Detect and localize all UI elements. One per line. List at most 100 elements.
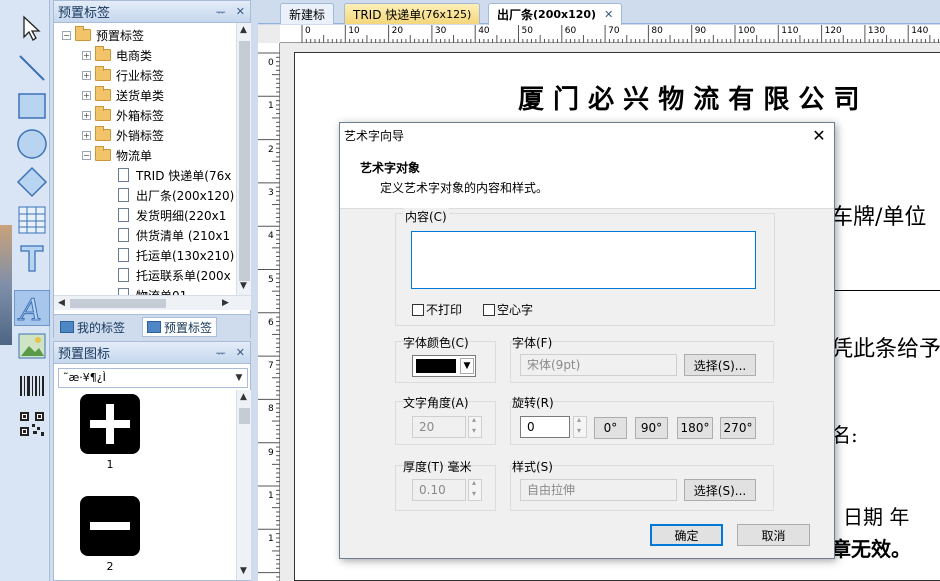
chevron-down-icon[interactable]: ▼ <box>460 358 474 374</box>
font-select-button[interactable]: 选择(S)... <box>684 354 756 376</box>
rotate-90-button[interactable]: 90° <box>635 417 668 439</box>
page-text-notice[interactable]: 凭此条给予 <box>831 331 940 363</box>
tab-preset-labels[interactable]: 预置标签 <box>142 317 217 337</box>
rotate-spinner[interactable] <box>573 416 587 438</box>
expand-icon[interactable]: + <box>82 71 91 80</box>
art-text-tool[interactable]: A <box>14 290 50 326</box>
tree-horizontal-scrollbar[interactable]: ◀ ▶ <box>54 295 251 310</box>
scroll-down-icon[interactable]: ▼ <box>240 281 247 291</box>
rectangle-tool[interactable] <box>14 88 50 124</box>
preset-icon-panel: 预置图标 ᅲ ✕ ˜æ·¥¶¿Ì ▼ 1 2 ▲ ▼ <box>53 341 251 581</box>
angle-field[interactable]: 20 <box>412 416 466 438</box>
close-icon[interactable]: ✕ <box>804 126 834 145</box>
ellipse-icon <box>16 128 48 160</box>
ok-button[interactable]: 确定 <box>650 524 723 546</box>
tree-doc[interactable]: 出厂条(200x120) <box>118 185 234 205</box>
close-icon[interactable]: ✕ <box>231 5 250 18</box>
icon-category-select[interactable]: ˜æ·¥¶¿Ì ▼ <box>58 368 248 388</box>
tree-folder[interactable]: − 物流单 <box>82 145 152 165</box>
tree-vertical-scrollbar[interactable]: ▲ ▼ <box>236 23 251 295</box>
tree-folder[interactable]: + 外销标签 <box>82 125 164 145</box>
rotate-180-button[interactable]: 180° <box>677 417 713 439</box>
thickness-field[interactable]: 0.10 <box>412 479 466 501</box>
angle-spinner[interactable] <box>468 416 482 438</box>
close-icon[interactable]: ✕ <box>231 346 250 359</box>
tree-doc[interactable]: 供货清单 (210x1 <box>118 225 230 245</box>
scroll-down-icon[interactable]: ▼ <box>240 566 247 576</box>
qrcode-tool[interactable] <box>14 406 50 442</box>
tree-folder[interactable]: + 送货单类 <box>82 85 164 105</box>
content-input[interactable] <box>411 231 756 289</box>
tree-label: 行业标签 <box>116 67 164 84</box>
rotate-270-button[interactable]: 270° <box>720 417 756 439</box>
tree-folder[interactable]: + 行业标签 <box>82 65 164 85</box>
cancel-button[interactable]: 取消 <box>737 524 810 546</box>
scroll-up-icon[interactable]: ▲ <box>240 392 247 402</box>
rotate-field[interactable]: 0 <box>520 416 570 438</box>
tree-folder[interactable]: + 电商类 <box>82 45 152 65</box>
thickness-spinner[interactable] <box>468 479 482 501</box>
page-text-name[interactable]: 名: <box>831 419 858 448</box>
scroll-right-icon[interactable]: ▶ <box>222 298 229 308</box>
no-print-option[interactable]: 不打印 <box>412 301 462 318</box>
tree-doc[interactable]: 发货明细(220x1 <box>118 205 226 225</box>
font-color-swatch <box>416 359 456 373</box>
tree-label: 物流单 <box>116 147 152 164</box>
ruler-mark: 3 <box>268 188 274 198</box>
minus-icon[interactable] <box>80 496 140 556</box>
scroll-left-icon[interactable]: ◀ <box>58 298 65 308</box>
expand-icon[interactable]: + <box>82 51 91 60</box>
table-tool[interactable] <box>14 202 50 238</box>
pointer-tool[interactable] <box>14 10 50 46</box>
tab-new-label[interactable]: 新建标 <box>280 3 334 24</box>
icon-vertical-scrollbar[interactable]: ▲ ▼ <box>236 390 251 580</box>
text-icon <box>18 243 46 273</box>
ruler-mark: 1 <box>268 491 274 501</box>
no-print-checkbox[interactable] <box>412 304 424 316</box>
collapse-icon[interactable]: − <box>62 31 71 40</box>
tab-trid-express[interactable]: TRID 快递单(76x125) <box>344 3 480 24</box>
hollow-option[interactable]: 空心字 <box>483 301 533 318</box>
company-title[interactable]: 厦 门 必 兴 物 流 有 限 公 司 <box>518 79 859 116</box>
expand-icon[interactable]: + <box>82 131 91 140</box>
tree-label: 出厂条(200x120) <box>136 187 234 204</box>
tree-doc[interactable]: 托运联系单(200x <box>118 265 231 285</box>
page-text-stamp[interactable]: 章无效。 <box>831 533 911 562</box>
tree-doc[interactable]: 物流单01 <box>118 285 187 295</box>
rotate-0-button[interactable]: 0° <box>594 417 627 439</box>
scroll-thumb[interactable] <box>70 299 166 308</box>
plus-icon[interactable] <box>80 394 140 454</box>
tab-factory-slip[interactable]: 出厂条(200x120) ✕ <box>488 3 622 25</box>
scroll-thumb[interactable] <box>239 408 250 424</box>
style-select-button[interactable]: 选择(S)... <box>684 479 756 501</box>
pin-icon[interactable]: ᅲ <box>211 345 231 361</box>
diamond-tool[interactable] <box>14 164 50 200</box>
hollow-checkbox[interactable] <box>483 304 495 316</box>
tree-doc[interactable]: TRID 快递单(76x <box>118 165 231 185</box>
chevron-down-icon[interactable]: ▼ <box>231 369 247 387</box>
ellipse-tool[interactable] <box>14 126 50 162</box>
no-print-label: 不打印 <box>426 301 462 318</box>
scroll-thumb[interactable] <box>239 41 250 281</box>
line-tool[interactable] <box>14 50 50 86</box>
tree-root[interactable]: − 预置标签 <box>62 25 144 45</box>
pin-icon[interactable]: ᅲ <box>211 4 231 20</box>
tab-my-labels[interactable]: 我的标签 <box>56 317 129 337</box>
tree-folder[interactable]: + 外箱标签 <box>82 105 164 125</box>
icon-caption: 1 <box>80 458 140 471</box>
tree-doc[interactable]: 托运单(130x210) <box>118 245 234 265</box>
page-text-date[interactable]: 日期 年 <box>843 501 909 530</box>
barcode-tool[interactable] <box>14 368 50 404</box>
scroll-up-icon[interactable]: ▲ <box>240 25 247 35</box>
close-tab-icon[interactable]: ✕ <box>604 8 613 21</box>
document-icon <box>118 228 129 242</box>
font-color-picker[interactable]: ▼ <box>412 355 476 377</box>
collapse-icon[interactable]: − <box>82 151 91 160</box>
text-tool[interactable] <box>14 240 50 276</box>
preset-label-panel: 预置标签 ᅲ ✕ − 预置标签 + 电商类 + 行业标签 + 送货单类 + 外箱… <box>53 0 251 338</box>
expand-icon[interactable]: + <box>82 111 91 120</box>
expand-icon[interactable]: + <box>82 91 91 100</box>
ruler-mark: 0 <box>268 58 274 68</box>
page-text-plate[interactable]: 车牌/单位 <box>831 199 926 231</box>
image-tool[interactable] <box>14 328 50 364</box>
